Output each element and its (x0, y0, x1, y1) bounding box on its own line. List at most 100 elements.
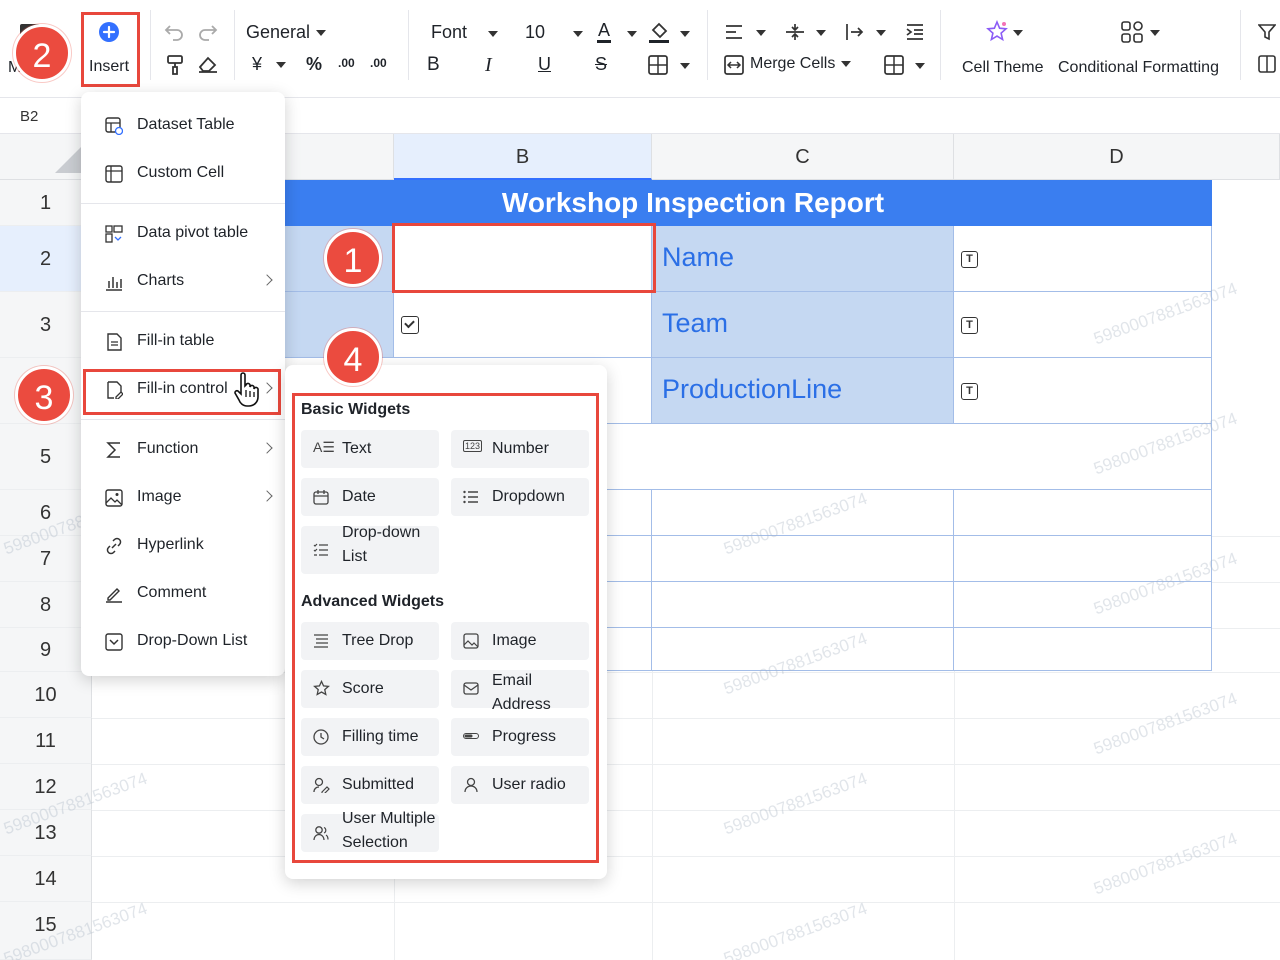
cell-c8[interactable] (652, 582, 954, 628)
cell-d8[interactable] (954, 582, 1212, 628)
column-header-d[interactable]: D (954, 134, 1280, 180)
cell-name-box[interactable]: B2 (20, 108, 38, 125)
widget-tree-drop[interactable]: Tree Drop (301, 622, 439, 660)
fill-color-caret[interactable] (680, 31, 690, 37)
indent-icon[interactable] (905, 22, 925, 42)
vertical-align-icon[interactable] (785, 22, 805, 42)
row-header-11[interactable]: 11 (0, 718, 92, 764)
cell-theme-icon[interactable] (985, 20, 1009, 44)
widget-user-radio[interactable]: User radio (451, 766, 589, 804)
menu-item-charts[interactable]: Charts (81, 261, 285, 301)
decrease-decimal-button[interactable]: .00 (338, 56, 355, 70)
redo-icon[interactable] (196, 22, 218, 42)
row-header-12[interactable]: 12 (0, 764, 92, 810)
cell-c7[interactable] (652, 536, 954, 582)
conditional-formatting-caret[interactable] (1150, 30, 1160, 36)
freeze-icon[interactable] (1258, 55, 1276, 73)
merge-cells-icon[interactable] (724, 55, 744, 75)
row-header-13[interactable]: 13 (0, 810, 92, 856)
font-family-select[interactable]: Font (431, 22, 467, 43)
widget-dropdown[interactable]: Dropdown (451, 478, 589, 516)
menu-item-image[interactable]: Image (81, 477, 285, 517)
text-widget-icon[interactable]: T (961, 251, 978, 268)
bold-button[interactable]: B (427, 54, 440, 76)
cell-c9[interactable] (652, 628, 954, 671)
row-header-3[interactable]: 3 (0, 292, 92, 358)
row-header-7[interactable]: 7 (0, 536, 92, 582)
row-header-2[interactable]: 2 (0, 226, 92, 292)
font-size-caret[interactable] (573, 31, 583, 37)
widget-submitted[interactable]: Submitted (301, 766, 439, 804)
text-direction-caret[interactable] (876, 30, 886, 36)
cell-theme-button[interactable]: Cell Theme (962, 59, 1044, 77)
cell-theme-caret[interactable] (1013, 30, 1023, 36)
insert-button[interactable]: Insert (84, 14, 136, 84)
row-header-8[interactable]: 8 (0, 582, 92, 628)
percent-button[interactable]: % (306, 54, 322, 75)
row-header-10[interactable]: 10 (0, 672, 92, 718)
cell-d7[interactable] (954, 536, 1212, 582)
row-header-15[interactable]: 15 (0, 902, 92, 960)
cell-c6[interactable] (652, 490, 954, 536)
cell-d3[interactable] (954, 292, 1212, 358)
widget-text[interactable]: A☰ Text (301, 430, 439, 468)
wrap-text-icon[interactable] (884, 55, 904, 75)
cell-b3[interactable] (394, 292, 652, 358)
font-color-button[interactable]: A (597, 20, 612, 43)
row-header-5[interactable]: 5 (0, 424, 92, 490)
row-header-1[interactable]: 1 (0, 180, 92, 226)
fill-color-icon[interactable] (648, 20, 670, 44)
font-size-select[interactable]: 10 (525, 22, 545, 43)
horizontal-align-icon[interactable] (725, 23, 743, 41)
borders-caret[interactable] (680, 63, 690, 69)
currency-button[interactable]: ¥ (252, 54, 287, 75)
widget-image[interactable]: Image (451, 622, 589, 660)
row-header-6[interactable]: 6 (0, 490, 92, 536)
cell-d2[interactable] (954, 226, 1212, 292)
menu-item-data-pivot-table[interactable]: Data pivot table (81, 213, 285, 253)
underline-button[interactable]: U (538, 54, 551, 75)
menu-item-drop-down-list[interactable]: Drop-Down List (81, 621, 285, 661)
font-family-caret[interactable] (488, 31, 498, 37)
menu-item-comment[interactable]: Comment (81, 573, 285, 613)
menu-item-fill-in-table[interactable]: Fill-in table (81, 321, 285, 361)
cell-d4[interactable] (954, 358, 1212, 424)
conditional-formatting-button[interactable]: Conditional Formatting (1058, 59, 1219, 77)
borders-icon[interactable] (648, 55, 668, 75)
widget-progress[interactable]: Progress (451, 718, 589, 756)
format-painter-icon[interactable] (165, 54, 185, 76)
row-header-14[interactable]: 14 (0, 856, 92, 902)
widget-email-address[interactable]: Email Address (451, 670, 589, 713)
conditional-formatting-icon[interactable] (1121, 21, 1143, 43)
widget-filling-time[interactable]: Filling time (301, 718, 439, 756)
column-header-b[interactable]: B (394, 134, 652, 180)
font-color-caret[interactable] (627, 31, 637, 37)
undo-icon[interactable] (164, 22, 186, 42)
cell-b2[interactable] (394, 226, 652, 292)
row-header-9[interactable]: 9 (0, 628, 92, 672)
vertical-align-caret[interactable] (816, 30, 826, 36)
widget-score[interactable]: Score (301, 670, 439, 708)
filter-icon[interactable] (1258, 23, 1276, 41)
cell-d6[interactable] (954, 490, 1212, 536)
text-widget-icon[interactable]: T (961, 317, 978, 334)
widget-number[interactable]: 123 Number (451, 430, 589, 468)
menu-item-custom-cell[interactable]: Custom Cell (81, 153, 285, 193)
menu-item-function[interactable]: Function (81, 429, 285, 469)
widget-date[interactable]: Date (301, 478, 439, 516)
number-format-select[interactable]: General (246, 22, 327, 43)
text-widget-icon[interactable]: T (961, 383, 978, 400)
dropdown-widget-icon[interactable] (401, 316, 419, 334)
cell-d9[interactable] (954, 628, 1212, 671)
italic-button[interactable]: I (485, 54, 492, 77)
merge-cells-button[interactable]: Merge Cells (750, 55, 852, 73)
text-direction-icon[interactable] (844, 22, 864, 42)
widget-user-multiple-selection[interactable]: User Multiple Selection (301, 810, 439, 852)
increase-decimal-button[interactable]: .00 (370, 56, 387, 70)
widget-drop-down-list[interactable]: Drop-down List (301, 524, 439, 574)
eraser-icon[interactable] (197, 54, 219, 74)
strikethrough-button[interactable]: S (595, 54, 607, 75)
column-header-c[interactable]: C (652, 134, 954, 180)
menu-item-hyperlink[interactable]: Hyperlink (81, 525, 285, 565)
menu-item-dataset-table[interactable]: Dataset Table (81, 105, 285, 145)
